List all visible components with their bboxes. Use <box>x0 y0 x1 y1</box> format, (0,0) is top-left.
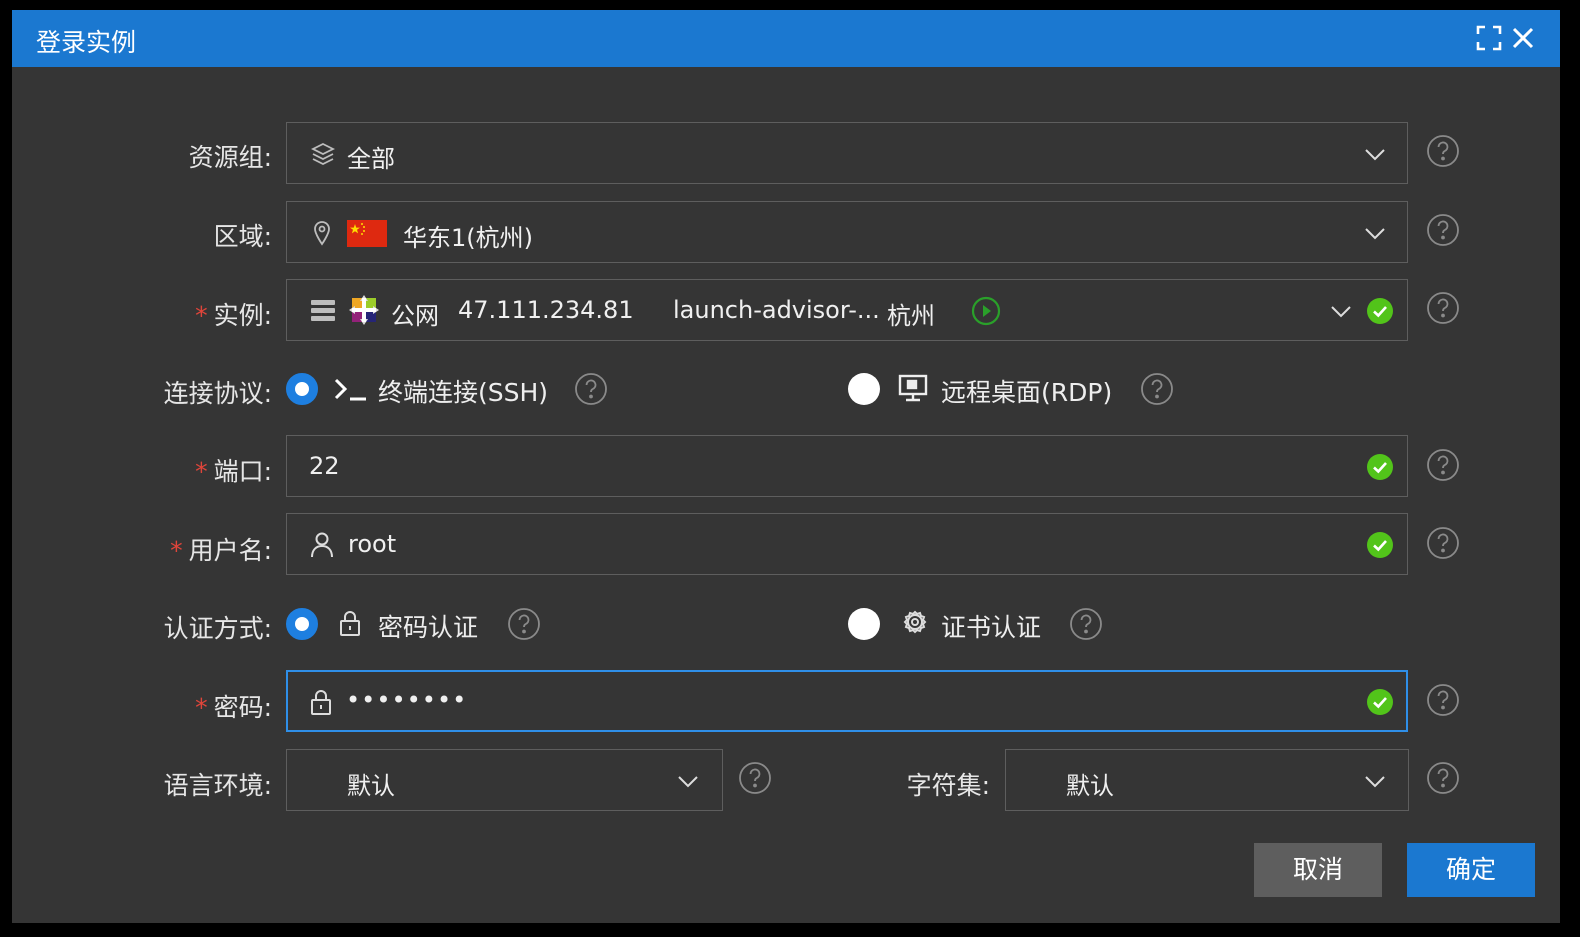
required-mark: * <box>195 457 208 486</box>
protocol-label: 连接协议: <box>163 379 272 408</box>
charset-value: 默认 <box>1066 772 1114 800</box>
resource-group-label: 资源组: <box>188 143 272 172</box>
rdp-option-label[interactable]: 远程桌面(RDP) <box>941 373 1112 409</box>
password-label-text: 密码: <box>213 693 272 722</box>
help-icon[interactable] <box>1426 448 1460 482</box>
check-circle-icon <box>1367 298 1393 324</box>
required-mark: * <box>170 536 183 565</box>
centos-logo-icon <box>349 295 379 325</box>
radio-ssh[interactable] <box>286 373 318 405</box>
check-circle-icon <box>1367 532 1393 558</box>
maximize-icon[interactable] <box>1474 23 1504 53</box>
instance-zone: 杭州 <box>887 302 935 330</box>
auth-label: 认证方式: <box>163 614 272 643</box>
locale-value: 默认 <box>347 772 395 800</box>
password-label: * 密码: <box>195 688 272 724</box>
instance-label-text: 实例: <box>213 301 272 330</box>
certificate-auth-label[interactable]: 证书认证 <box>941 608 1041 644</box>
region-label: 区域: <box>213 222 272 251</box>
help-icon[interactable] <box>1426 761 1460 795</box>
password-value: •••••••• <box>346 686 468 714</box>
location-pin-icon <box>313 220 331 246</box>
chevron-down-icon <box>1329 299 1353 323</box>
password-input[interactable]: •••••••• <box>286 670 1408 732</box>
username-value: root <box>348 530 397 558</box>
username-input[interactable]: root <box>286 513 1408 575</box>
help-icon[interactable] <box>1426 683 1460 717</box>
instance-name: launch-advisor-... <box>673 296 880 324</box>
china-flag-icon <box>347 220 387 247</box>
login-instance-dialog: 登录实例 资源组: 全部 区域: 华东1(杭州) * 实例: 公网 47.111… <box>12 10 1560 923</box>
password-auth-label[interactable]: 密码认证 <box>378 608 478 644</box>
radio-password-auth[interactable] <box>286 608 318 640</box>
ssh-option-label[interactable]: 终端连接(SSH) <box>378 373 548 409</box>
dialog-title: 登录实例 <box>36 28 137 57</box>
help-icon[interactable] <box>1140 372 1174 406</box>
region-value: 华东1(杭州) <box>403 224 533 252</box>
charset-label: 字符集: <box>906 771 990 800</box>
help-icon[interactable] <box>1426 526 1460 560</box>
check-circle-icon <box>1367 689 1393 715</box>
instance-ip: 47.111.234.81 <box>458 296 634 324</box>
chevron-down-icon <box>1363 142 1387 166</box>
lock-icon <box>310 688 332 716</box>
required-mark: * <box>195 301 208 330</box>
cancel-button[interactable]: 取消 <box>1254 843 1382 897</box>
radio-certificate-auth[interactable] <box>848 608 880 640</box>
chevron-down-icon <box>1363 769 1387 793</box>
monitor-icon <box>898 374 928 402</box>
help-icon[interactable] <box>574 372 608 406</box>
required-mark: * <box>195 693 208 722</box>
running-status-icon <box>971 296 1001 326</box>
help-icon[interactable] <box>1426 134 1460 168</box>
locale-label: 语言环境: <box>163 771 272 800</box>
help-icon[interactable] <box>1426 291 1460 325</box>
server-icon <box>311 300 335 322</box>
lock-icon <box>339 609 361 637</box>
charset-select[interactable]: 默认 <box>1005 749 1409 811</box>
layers-icon <box>311 141 335 167</box>
help-icon[interactable] <box>507 607 541 641</box>
certificate-icon <box>902 610 928 638</box>
username-label: * 用户名: <box>170 531 272 567</box>
port-label-text: 端口: <box>213 457 272 486</box>
terminal-icon <box>334 376 368 402</box>
resource-group-value: 全部 <box>347 145 395 173</box>
chevron-down-icon <box>676 769 700 793</box>
confirm-button[interactable]: 确定 <box>1407 843 1535 897</box>
close-icon[interactable] <box>1508 23 1538 53</box>
port-input[interactable]: 22 <box>286 435 1408 497</box>
radio-rdp[interactable] <box>848 373 880 405</box>
username-label-text: 用户名: <box>188 536 272 565</box>
check-circle-icon <box>1367 454 1393 480</box>
resource-group-select[interactable]: 全部 <box>286 122 1408 184</box>
help-icon[interactable] <box>738 761 772 795</box>
instance-select[interactable]: 公网 47.111.234.81 launch-advisor-... 杭州 <box>286 279 1408 341</box>
instance-label: * 实例: <box>195 296 272 332</box>
port-label: * 端口: <box>195 452 272 488</box>
chevron-down-icon <box>1363 221 1387 245</box>
instance-network: 公网 <box>391 302 439 330</box>
help-icon[interactable] <box>1426 213 1460 247</box>
port-value: 22 <box>309 452 340 480</box>
help-icon[interactable] <box>1069 607 1103 641</box>
user-icon <box>311 532 333 558</box>
dialog-titlebar: 登录实例 <box>12 10 1560 67</box>
locale-select[interactable]: 默认 <box>286 749 723 811</box>
region-select[interactable]: 华东1(杭州) <box>286 201 1408 263</box>
